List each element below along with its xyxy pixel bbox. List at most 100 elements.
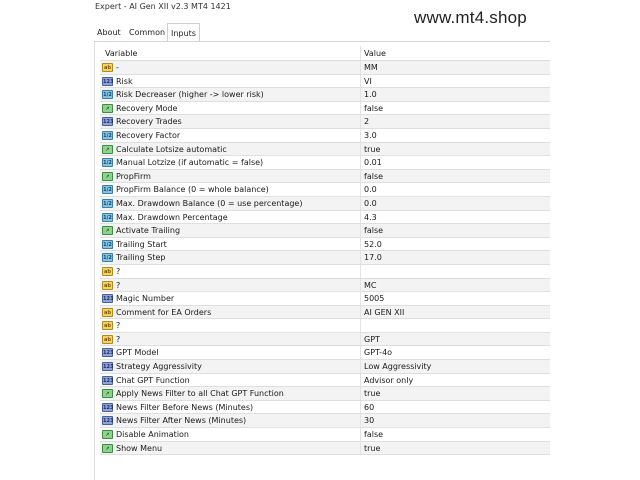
cell-divider	[360, 169, 361, 183]
table-row[interactable]: ↗ Recovery Mode false	[100, 101, 550, 116]
variable-value[interactable]: false	[364, 224, 383, 238]
table-row[interactable]: ↗ Apply News Filter to all Chat GPT Funct…	[100, 387, 550, 401]
tab-common[interactable]: Common	[126, 26, 168, 41]
table-row[interactable]: 1/2 PropFirm Balance (0 = whole balance) 0…	[100, 183, 550, 197]
string-type-icon: ab	[102, 63, 113, 72]
table-row[interactable]: ab Comment for EA Orders AI GEN XII	[100, 305, 550, 320]
cell-divider	[360, 237, 361, 251]
variable-name: Activate Trailing	[116, 226, 181, 236]
table-row[interactable]: ab? GPT	[100, 332, 550, 347]
variable-name: Apply News Filter to all Chat GPT Functi…	[116, 389, 284, 399]
table-row[interactable]: ab?	[100, 319, 550, 333]
tab-inputs[interactable]: Inputs	[167, 23, 200, 42]
double-type-icon: 1/2	[102, 185, 113, 195]
table-row[interactable]: 123 Risk VI	[100, 74, 550, 89]
table-row[interactable]: 1/2 Trailing Start 52.0	[100, 237, 550, 252]
cell-divider	[360, 224, 361, 237]
table-row[interactable]: 123 News Filter Before News (Minutes) 60	[100, 400, 550, 415]
variable-value[interactable]: 2	[364, 115, 369, 129]
column-header-value[interactable]: Value	[364, 46, 386, 61]
table-row[interactable]: 123 Magic Number 5005	[100, 292, 550, 306]
column-header-variable[interactable]: Variable	[105, 46, 137, 61]
variable-name: Strategy Aggressivity	[116, 362, 202, 372]
variable-value[interactable]: 0.0	[364, 197, 377, 211]
variable-name: Recovery Factor	[116, 130, 181, 140]
table-row[interactable]: 1/2 Trailing Step 17.0	[100, 251, 550, 265]
variable-value[interactable]: Low Aggressivity	[364, 360, 431, 374]
variable-name: PropFirm Balance (0 = whole balance)	[116, 185, 269, 195]
variable-value[interactable]: 17.0	[364, 251, 382, 265]
variable-value[interactable]: GPT-4o	[364, 346, 392, 360]
string-type-icon: ab	[102, 334, 113, 344]
variable-value[interactable]: MM	[364, 61, 378, 75]
cell-divider	[360, 346, 361, 360]
integer-type-icon: 123	[102, 375, 114, 385]
cell-divider	[360, 101, 361, 115]
cell-divider	[360, 142, 361, 156]
table-row[interactable]: 123 Strategy Aggressivity Low Aggressivity	[100, 360, 550, 374]
table-row[interactable]: ↗ Calculate Lotsize automatic true	[100, 142, 550, 157]
variable-value[interactable]: GPT	[364, 333, 380, 347]
cell-divider	[360, 441, 361, 455]
table-row[interactable]: ↗ Disable Animation false	[100, 428, 550, 442]
variable-value[interactable]: VI	[364, 75, 372, 89]
variable-name: Calculate Lotsize automatic	[116, 144, 227, 154]
cell-divider	[360, 319, 361, 332]
integer-type-icon: 123	[102, 416, 114, 426]
variable-value[interactable]: false	[364, 170, 383, 184]
variable-name: Manual Lotzize (if automatic = false)	[116, 158, 264, 168]
table-row[interactable]: 1/2 Manual Lotzize (if automatic = false)…	[100, 156, 550, 170]
variable-value[interactable]: true	[364, 442, 380, 456]
variable-value[interactable]: true	[364, 387, 380, 401]
table-row[interactable]: 123 News Filter After News (Minutes) 30	[100, 414, 550, 429]
table-row[interactable]: ↗ PropFirm false	[100, 169, 550, 184]
variable-name: ?	[116, 280, 121, 290]
boolean-type-icon: ↗	[102, 144, 113, 154]
variable-value[interactable]: 4.3	[364, 211, 377, 225]
variable-value[interactable]: 52.0	[364, 238, 382, 252]
boolean-type-icon: ↗	[102, 443, 113, 453]
table-body: ab - MM 123 Risk VI 1/2 Risk Decreaser (higher …	[100, 61, 550, 456]
table-row[interactable]: 123 GPT Model GPT-4o	[100, 346, 550, 361]
variable-value[interactable]: 0.0	[364, 183, 377, 197]
table-row[interactable]: ab?	[100, 264, 550, 279]
variable-name: Magic Number	[116, 294, 175, 304]
table-row[interactable]: 123 Recovery Trades 2	[100, 115, 550, 129]
variable-value[interactable]: Advisor only	[364, 374, 413, 388]
cell-divider	[360, 210, 361, 224]
table-row[interactable]: 1/2 Max. Drawdown Balance (0 = use percen…	[100, 196, 550, 211]
table-row[interactable]: 1/2 Max. Drawdown Percentage 4.3	[100, 210, 550, 225]
variable-value[interactable]: 30	[364, 414, 374, 428]
table-row[interactable]: ab? MC	[100, 278, 550, 293]
double-type-icon: 1/2	[102, 239, 113, 249]
cell-divider	[360, 61, 361, 74]
table-row[interactable]: 1/2 Recovery Factor 3.0	[100, 128, 550, 143]
column-divider[interactable]	[360, 46, 361, 61]
variable-name: Risk	[116, 76, 133, 86]
variable-name: Max. Drawdown Percentage	[116, 212, 228, 222]
variable-value[interactable]: MC	[364, 279, 377, 293]
variable-value[interactable]: 5005	[364, 292, 384, 306]
variable-value[interactable]: false	[364, 102, 383, 116]
variable-name: Risk Decreaser (higher -> lower risk)	[116, 90, 264, 100]
tab-about[interactable]: About	[94, 26, 124, 41]
cell-divider	[360, 305, 361, 319]
variable-name: -	[116, 63, 119, 72]
variable-value[interactable]: AI GEN XII	[364, 306, 404, 320]
variable-value[interactable]: false	[364, 428, 383, 442]
variable-value[interactable]: 1.0	[364, 88, 377, 102]
table-row[interactable]: ab - MM	[100, 61, 550, 75]
table-row[interactable]: 123 Chat GPT Function Advisor only	[100, 373, 550, 388]
string-type-icon: ab	[102, 266, 113, 276]
variable-value[interactable]: 60	[364, 401, 374, 415]
table-row[interactable]: 1/2 Risk Decreaser (higher -> lower risk)…	[100, 88, 550, 102]
variable-name: Recovery Mode	[116, 103, 178, 113]
table-row[interactable]: ↗ Activate Trailing false	[100, 224, 550, 238]
variable-name: Trailing Start	[116, 239, 167, 249]
variable-value[interactable]: true	[364, 143, 380, 157]
variable-value[interactable]: 0.01	[364, 156, 382, 170]
table-row[interactable]: ↗ Show Menu true	[100, 441, 550, 456]
double-type-icon: 1/2	[102, 253, 113, 263]
variable-name: Comment for EA Orders	[116, 307, 212, 317]
variable-value[interactable]: 3.0	[364, 129, 377, 143]
